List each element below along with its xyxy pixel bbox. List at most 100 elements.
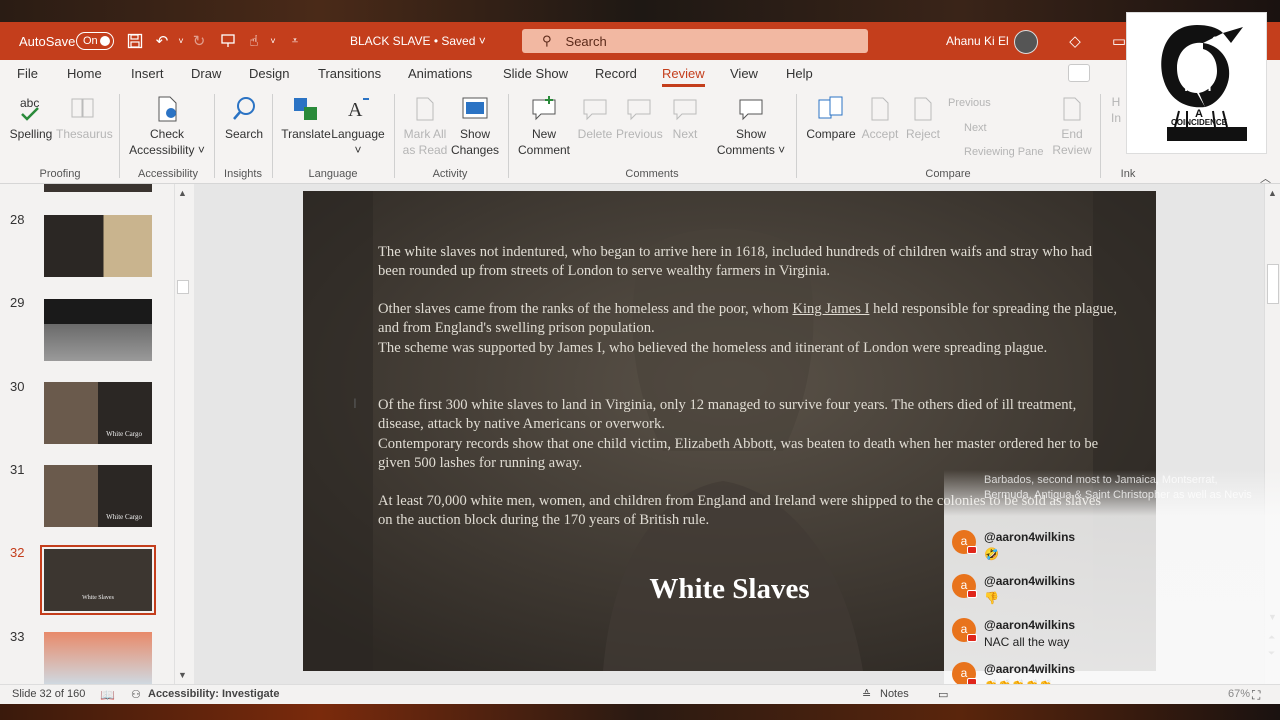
chat-username[interactable]: @aaron4wilkins: [984, 530, 1075, 544]
slide-thumbnail[interactable]: [44, 215, 152, 277]
compare-label: Compare: [806, 127, 856, 141]
touch-dropdown-icon[interactable]: ˅: [264, 22, 282, 60]
chat-username[interactable]: @aaron4wilkins: [984, 574, 1075, 588]
check-accessibility-button[interactable]: Check Accessibility ˅: [126, 94, 208, 158]
translate-icon: [294, 98, 317, 120]
reviewing-pane-button[interactable]: Reviewing Pane: [964, 146, 1044, 158]
slide-thumbnail[interactable]: [44, 632, 152, 684]
delete-comment-icon: [583, 99, 607, 121]
previous-label: Previous: [616, 127, 663, 141]
compare-next-button[interactable]: Next: [964, 122, 987, 134]
language-icon: A: [348, 98, 369, 121]
mark-all-read-button[interactable]: Mark All as Read: [400, 94, 450, 158]
slide-paragraph-1[interactable]: The white slaves not indentured, who beg…: [378, 243, 1118, 282]
touch-mode-icon[interactable]: ☝: [245, 22, 263, 60]
tab-help[interactable]: Help: [786, 66, 813, 81]
slide-thumbnail-selected[interactable]: White Slaves: [40, 545, 156, 615]
slide-thumbnail[interactable]: White Cargo: [44, 382, 152, 444]
show-comments-button[interactable]: Show Comments ˅: [712, 94, 790, 158]
present-icon[interactable]: [219, 22, 237, 60]
slide-paragraph-2[interactable]: Other slaves came from the ranks of the …: [378, 300, 1118, 339]
slide-paragraph-3[interactable]: The scheme was supported by James I, who…: [378, 339, 1118, 358]
mark-read-icon: [416, 97, 434, 121]
tab-review[interactable]: Review: [662, 66, 705, 87]
diamond-icon[interactable]: ◇: [1066, 22, 1084, 60]
tab-view[interactable]: View: [730, 66, 758, 81]
delete-comment-button[interactable]: Delete: [574, 94, 616, 142]
tab-draw[interactable]: Draw: [191, 66, 221, 81]
autosave-toggle[interactable]: On: [76, 32, 114, 50]
tab-file[interactable]: File: [17, 66, 38, 81]
tab-transitions[interactable]: Transitions: [318, 66, 381, 81]
live-badge-icon: [967, 546, 977, 554]
spelling-button[interactable]: abc Spelling: [8, 94, 54, 142]
avatar[interactable]: [1014, 30, 1038, 54]
reject-button[interactable]: Reject: [902, 94, 944, 142]
language-button[interactable]: A Language ˅: [330, 94, 386, 158]
new-comment-button[interactable]: New Comment: [514, 94, 574, 158]
document-title[interactable]: BLACK SLAVE • Saved ˅: [350, 22, 486, 60]
customize-qat-icon[interactable]: ⩡: [286, 22, 304, 60]
group-label-language: Language: [308, 168, 358, 180]
status-bar: Slide 32 of 160 📖 ⚇ Accessibility: Inves…: [0, 684, 1280, 704]
compare-previous-button[interactable]: Previous: [948, 97, 991, 109]
slide-number: 29: [10, 295, 25, 310]
undo-icon[interactable]: ↶: [153, 22, 171, 60]
accessibility-status[interactable]: Accessibility: Investigate: [148, 688, 279, 700]
smart-search-button[interactable]: Search: [222, 94, 266, 142]
slide-paragraph-5[interactable]: Contemporary records show that one child…: [378, 435, 1118, 474]
tab-design[interactable]: Design: [249, 66, 289, 81]
previous-comment-button[interactable]: Previous: [616, 94, 663, 142]
scroll-up-icon[interactable]: ▲: [178, 188, 187, 198]
notes-button[interactable]: Notes: [880, 688, 909, 700]
tab-insert[interactable]: Insert: [131, 66, 164, 81]
tab-animations[interactable]: Animations: [408, 66, 472, 81]
slide-thumbnail[interactable]: White Cargo: [44, 465, 152, 527]
ink-label-1: H: [1111, 95, 1121, 109]
scroll-thumb[interactable]: [177, 280, 189, 294]
translate-label: Translate: [281, 127, 331, 141]
zoom-level[interactable]: 67%: [1228, 688, 1250, 700]
slide-thumbnail[interactable]: [44, 184, 152, 192]
next-label: Next: [672, 127, 698, 141]
accept-button[interactable]: Accept: [858, 94, 902, 142]
logo-text-coincidence: COINCIDENCE: [1171, 118, 1228, 127]
thesaurus-button[interactable]: Thesaurus: [56, 94, 113, 142]
redo-icon[interactable]: ↻: [190, 22, 208, 60]
translate-button[interactable]: Translate: [280, 94, 332, 142]
tab-slide-show[interactable]: Slide Show: [503, 66, 568, 81]
user-name[interactable]: Ahanu Ki El: [946, 22, 1009, 60]
end-review-button[interactable]: End Review: [1050, 94, 1094, 158]
tab-home[interactable]: Home: [67, 66, 102, 81]
group-divider: [394, 94, 395, 178]
show-comments-label-1: Show: [735, 127, 767, 141]
next-comment-button[interactable]: Next: [664, 94, 706, 142]
spelling-status-icon[interactable]: 📖: [100, 688, 115, 702]
slide-number: 30: [10, 379, 25, 394]
chat-username[interactable]: @aaron4wilkins: [984, 618, 1075, 632]
language-label: Language: [331, 127, 385, 141]
normal-view-icon[interactable]: ▭: [938, 688, 948, 701]
accessibility-status-icon: ⚇: [131, 689, 141, 701]
accept-label: Accept: [861, 127, 899, 141]
save-icon[interactable]: [126, 22, 144, 60]
slide-paragraph-4[interactable]: Of the first 300 white slaves to land in…: [378, 396, 1118, 435]
comments-pane-button[interactable]: [1068, 64, 1090, 82]
scroll-down-icon[interactable]: ▼: [178, 670, 187, 680]
tab-record[interactable]: Record: [595, 66, 637, 81]
king-james-link[interactable]: King James I: [792, 301, 869, 317]
compare-button[interactable]: Compare: [804, 94, 858, 142]
scroll-thumb[interactable]: [1267, 264, 1279, 304]
show-changes-button[interactable]: Show Changes: [450, 94, 500, 158]
undo-dropdown-icon[interactable]: ˅: [172, 22, 190, 60]
thumbnail-scrollbar[interactable]: ▲ ▼: [174, 184, 190, 684]
scroll-up-icon[interactable]: ▲: [1268, 188, 1277, 198]
fit-to-window-icon[interactable]: ⛶: [1252, 688, 1260, 703]
autosave-state: On: [83, 35, 98, 47]
search-input[interactable]: ⚲ Search: [522, 29, 868, 53]
chat-username[interactable]: @aaron4wilkins: [984, 662, 1075, 676]
group-label-activity: Activity: [432, 168, 468, 180]
hide-ink-button[interactable]: H In: [1106, 94, 1126, 126]
show-changes-label-2: Changes: [450, 143, 500, 157]
slide-thumbnail[interactable]: [44, 299, 152, 361]
